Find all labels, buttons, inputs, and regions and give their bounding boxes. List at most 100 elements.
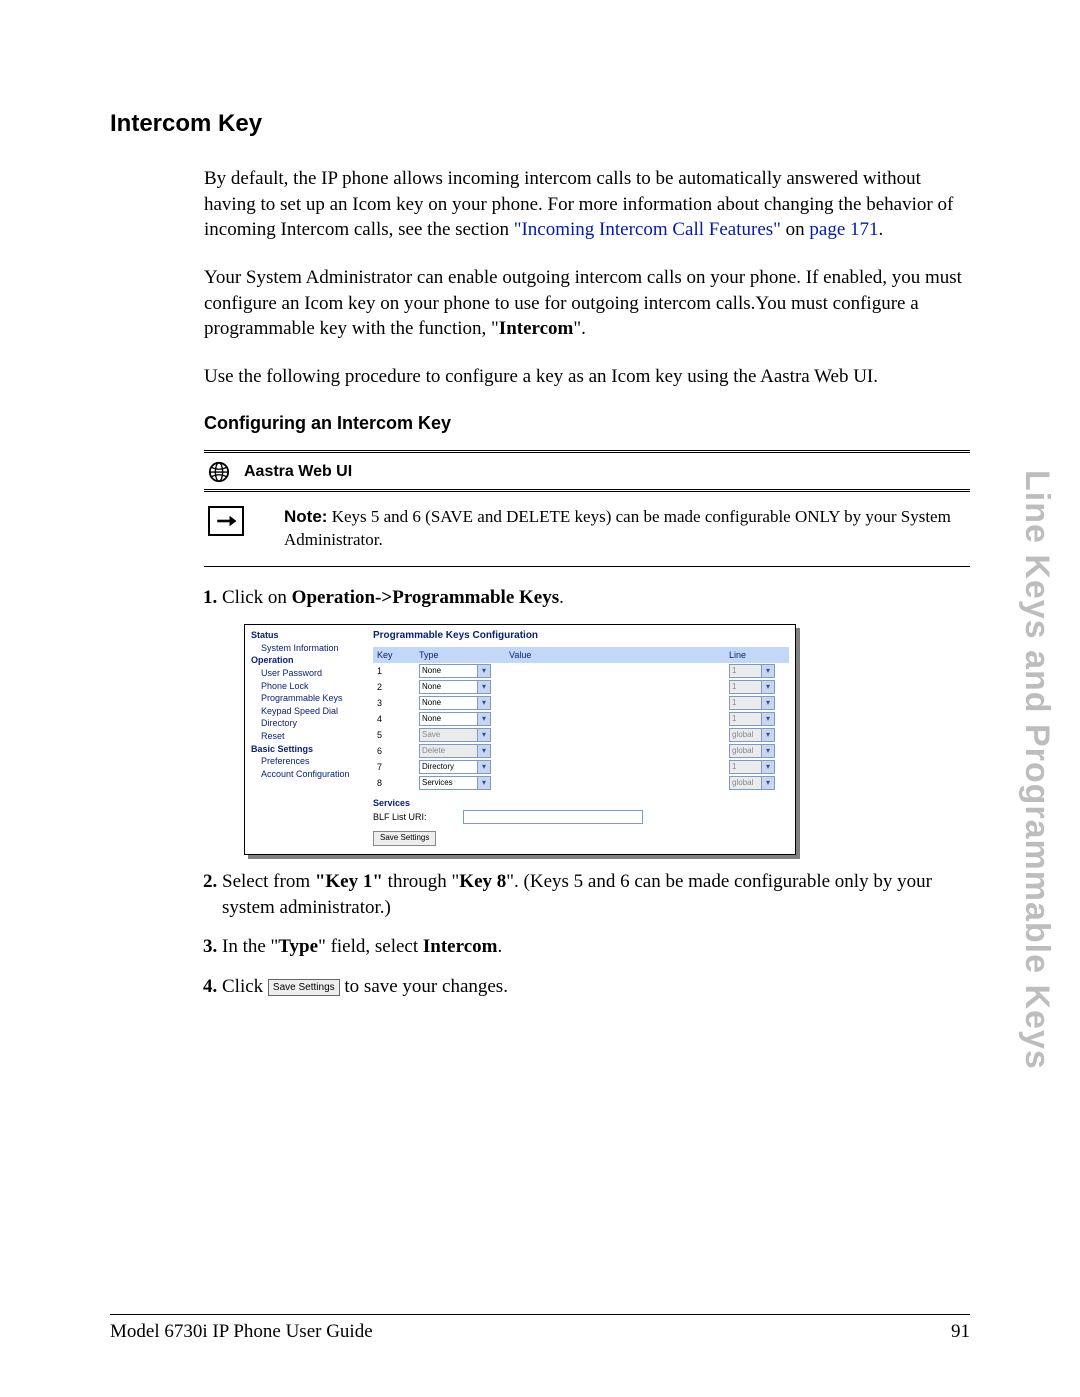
s2d: Key 8 [459, 871, 506, 892]
chevron-down-icon: ▾ [761, 665, 774, 677]
ui-sidebar: Status System Information Operation User… [245, 625, 367, 854]
type-select[interactable]: None▾ [419, 696, 491, 710]
type-select[interactable]: None▾ [419, 712, 491, 726]
sidebar-item-sysinfo[interactable]: System Information [251, 642, 363, 655]
chevron-down-icon: ▾ [477, 745, 490, 757]
inline-save-settings-button[interactable]: Save Settings [268, 979, 340, 997]
step-3: In the "Type" field, select Intercom. [222, 934, 970, 960]
page-footer: Model 6730i IP Phone User Guide 91 [110, 1314, 970, 1343]
chevron-down-icon: ▾ [477, 713, 490, 725]
sidebar-item[interactable]: Directory [251, 717, 363, 730]
intro-paragraph-2: Your System Administrator can enable out… [204, 265, 970, 342]
save-settings-button[interactable]: Save Settings [373, 831, 436, 846]
key-number: 8 [373, 777, 419, 789]
ui-key-row: 3None▾1▾ [373, 695, 789, 711]
step1-a: Click on [222, 587, 292, 608]
p1-text-b: on [781, 219, 810, 240]
s3d: Intercom [423, 936, 498, 957]
sidebar-item[interactable]: Account Configuration [251, 768, 363, 781]
ui-services-label: Services [373, 797, 789, 809]
ui-key-row: 7Directory▾1▾ [373, 759, 789, 775]
line-select: 1▾ [729, 696, 775, 710]
ui-table-header: Key Type Value Line [373, 647, 789, 663]
note-text: Note: Keys 5 and 6 (SAVE and DELETE keys… [284, 506, 966, 552]
type-select[interactable]: None▾ [419, 664, 491, 678]
ui-key-row: 5Save▾ global▾ [373, 727, 789, 743]
key-number: 4 [373, 713, 419, 725]
key-number: 6 [373, 745, 419, 757]
ui-key-row: 6Delete▾ global▾ [373, 743, 789, 759]
step-4: Click Save Settings to save your changes… [222, 974, 970, 1000]
s3e: . [497, 936, 502, 957]
chevron-down-icon: ▾ [761, 761, 774, 773]
page-heading: Intercom Key [110, 110, 970, 138]
globe-icon [208, 461, 230, 483]
key-number: 1 [373, 665, 419, 677]
note-label: Note: [284, 507, 327, 526]
key-number: 7 [373, 761, 419, 773]
hdr-key: Key [373, 649, 419, 661]
note-body: Keys 5 and 6 (SAVE and DELETE keys) can … [284, 507, 951, 549]
chevron-down-icon: ▾ [761, 745, 774, 757]
s2c: through " [383, 871, 459, 892]
s2a: Select from [222, 871, 315, 892]
sidebar-item[interactable]: Preferences [251, 755, 363, 768]
line-select: 1▾ [729, 664, 775, 678]
sidebar-item[interactable]: Reset [251, 730, 363, 743]
key-number: 2 [373, 681, 419, 693]
key-number: 5 [373, 729, 419, 741]
hdr-line: Line [729, 649, 789, 661]
hdr-type: Type [419, 649, 509, 661]
s2b: "Key 1" [315, 871, 383, 892]
line-select: global▾ [729, 744, 775, 758]
type-select[interactable]: Directory▾ [419, 760, 491, 774]
sidebar-cat-status: Status [251, 629, 363, 642]
link-page-171[interactable]: page 171 [809, 219, 878, 240]
aastra-web-ui-label: Aastra Web UI [244, 461, 352, 483]
type-select: Delete▾ [419, 744, 491, 758]
rule [204, 566, 970, 567]
type-select[interactable]: Services▾ [419, 776, 491, 790]
chevron-down-icon: ▾ [477, 761, 490, 773]
chevron-down-icon: ▾ [477, 729, 490, 741]
type-select[interactable]: None▾ [419, 680, 491, 694]
sidebar-item[interactable]: Programmable Keys [251, 692, 363, 705]
chevron-down-icon: ▾ [477, 665, 490, 677]
sidebar-item[interactable]: User Password [251, 667, 363, 680]
blf-uri-input[interactable] [463, 810, 643, 824]
intro-paragraph-1: By default, the IP phone allows incoming… [204, 166, 970, 243]
s3a: In the " [222, 936, 278, 957]
chevron-down-icon: ▾ [761, 777, 774, 789]
type-select: Save▾ [419, 728, 491, 742]
chevron-down-icon: ▾ [477, 681, 490, 693]
line-select: 1▾ [729, 712, 775, 726]
line-select: global▾ [729, 728, 775, 742]
s3c: " field, select [318, 936, 423, 957]
chevron-down-icon: ▾ [477, 777, 490, 789]
footer-page-number: 91 [951, 1321, 970, 1343]
chevron-down-icon: ▾ [761, 729, 774, 741]
ui-key-row: 4None▾ 1▾ [373, 711, 789, 727]
side-tab-label: Line Keys and Programmable Keys [1017, 470, 1056, 1070]
hdr-value: Value [509, 649, 729, 661]
step-1: Click on Operation->Programmable Keys. S… [222, 585, 970, 855]
link-incoming-intercom[interactable]: "Incoming Intercom Call Features" [514, 219, 781, 240]
chevron-down-icon: ▾ [761, 713, 774, 725]
subheading: Configuring an Intercom Key [204, 411, 970, 435]
step-2: Select from "Key 1" through "Key 8". (Ke… [222, 869, 970, 920]
s4b: to save your changes. [340, 976, 508, 997]
s4a: Click [222, 976, 268, 997]
ui-panel-title: Programmable Keys Configuration [373, 629, 789, 643]
sidebar-item[interactable]: Phone Lock [251, 680, 363, 693]
line-select: 1▾ [729, 680, 775, 694]
p2-bold: Intercom [499, 318, 574, 339]
web-ui-screenshot: Status System Information Operation User… [244, 624, 796, 855]
sidebar-item[interactable]: Keypad Speed Dial [251, 705, 363, 718]
line-select: global▾ [729, 776, 775, 790]
s3b: Type [278, 936, 318, 957]
p1-text-c: . [879, 219, 884, 240]
ui-key-row: 2None▾ 1▾ [373, 679, 789, 695]
p2-text-b: ". [573, 318, 586, 339]
blf-label: BLF List URI: [373, 811, 463, 823]
ui-key-row: 1None▾ 1▾ [373, 663, 789, 679]
